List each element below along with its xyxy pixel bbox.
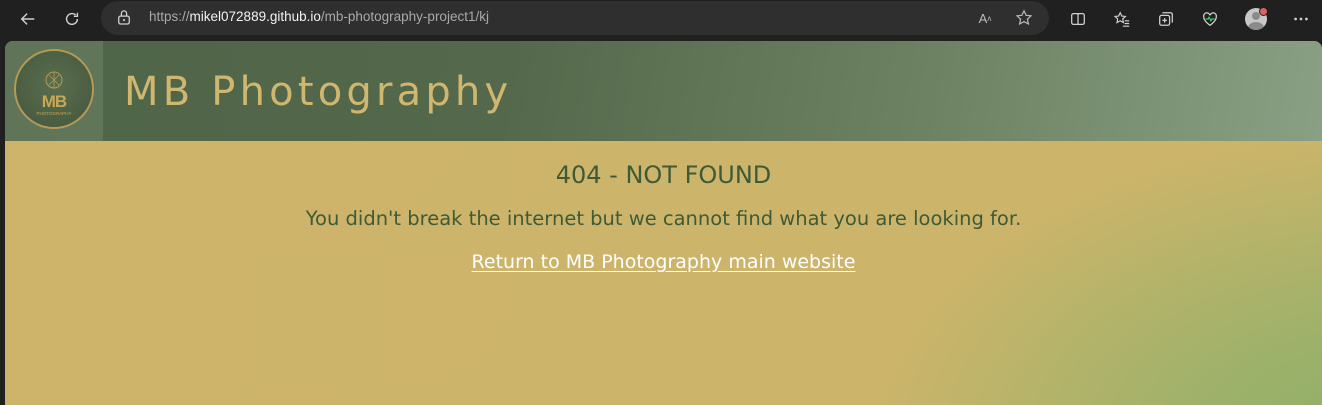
logo-text: MB (41, 92, 67, 111)
error-message: You didn't break the internet but we can… (305, 207, 1022, 230)
browser-essentials-button[interactable] (1196, 5, 1224, 33)
read-aloud-label: A (978, 10, 988, 26)
collections-icon (1159, 12, 1173, 26)
logo-subtext: PHOTOGRAPHY (36, 111, 72, 116)
refresh-icon (65, 12, 79, 26)
browser-toolbar: https://mikel072889.github.io/mb-photogr… (0, 0, 1322, 38)
more-menu-button[interactable] (1287, 5, 1315, 33)
favorites-button[interactable] (1108, 5, 1136, 33)
site-title: MB Photography (124, 69, 513, 115)
page-viewport: MB PHOTOGRAPHY MB Photography 404 - NOT … (5, 41, 1322, 405)
site-header: MB PHOTOGRAPHY MB Photography (5, 41, 1322, 141)
url-text[interactable]: https://mikel072889.github.io/mb-photogr… (149, 9, 489, 24)
back-button[interactable] (14, 5, 42, 33)
camera-aperture-icon (45, 71, 63, 89)
return-home-link[interactable]: Return to MB Photography main website (472, 251, 856, 273)
collections-button[interactable] (1152, 5, 1180, 33)
url-scheme: https:// (149, 9, 190, 24)
more-dots-icon (1294, 17, 1308, 21)
favorites-list-icon (1113, 11, 1130, 27)
split-screen-button[interactable] (1064, 5, 1092, 33)
logo-container[interactable]: MB PHOTOGRAPHY (5, 41, 103, 141)
split-screen-icon (1071, 12, 1085, 26)
error-content: 404 - NOT FOUND You didn't break the int… (5, 141, 1322, 273)
notification-dot (1259, 7, 1268, 16)
heart-pulse-icon (1203, 12, 1217, 27)
refresh-button[interactable] (58, 5, 86, 33)
error-heading: 404 - NOT FOUND (555, 161, 772, 189)
mb-logo: MB PHOTOGRAPHY (14, 49, 94, 129)
back-arrow-icon (20, 13, 35, 25)
profile-button[interactable] (1242, 5, 1270, 33)
url-host: mikel072889.github.io (189, 9, 321, 24)
address-bar[interactable]: https://mikel072889.github.io/mb-photogr… (101, 1, 1049, 35)
favorite-star-icon[interactable] (1013, 7, 1035, 29)
lock-icon (117, 9, 133, 27)
url-path: /mb-photography-project1/kj (320, 9, 489, 24)
read-aloud-icon[interactable]: Aʌ (974, 7, 996, 29)
